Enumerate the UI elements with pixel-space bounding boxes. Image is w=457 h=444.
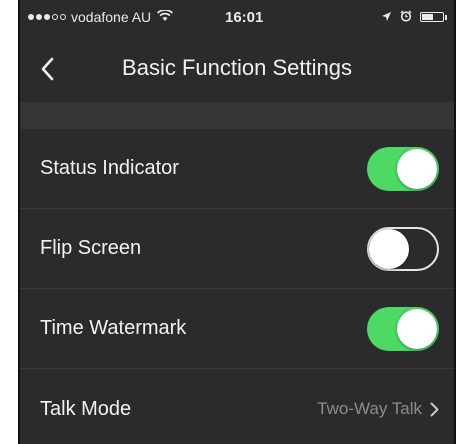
page-title: Basic Function Settings	[122, 55, 352, 80]
alarm-icon	[400, 10, 412, 25]
setting-label: Status Indicator	[40, 157, 179, 179]
setting-label: Time Watermark	[40, 317, 187, 339]
battery-icon	[420, 12, 447, 22]
status-bar: vodafone AU 16:01	[20, 0, 454, 34]
chevron-right-icon	[430, 402, 439, 416]
status-time: 16:01	[225, 8, 264, 26]
setting-label: Talk Mode	[40, 397, 132, 420]
location-arrow-icon	[381, 10, 392, 25]
talk-mode-value-text: Two-Way Talk	[317, 399, 422, 418]
wifi-icon	[157, 9, 174, 25]
back-button[interactable]	[34, 54, 60, 84]
setting-row-flip-screen: Flip Screen	[20, 209, 454, 289]
section-spacer	[20, 102, 454, 129]
flip-screen-toggle[interactable]	[367, 226, 439, 271]
setting-row-status-indicator: Status Indicator	[20, 129, 454, 209]
signal-strength-icon	[28, 14, 66, 20]
setting-label: Flip Screen	[40, 237, 142, 259]
phone-screen: vodafone AU 16:01 Basic Function Setting…	[18, 0, 456, 444]
navigation-bar: Basic Function Settings	[20, 34, 454, 102]
time-watermark-toggle[interactable]	[367, 306, 439, 351]
carrier-name: vodafone AU	[71, 9, 152, 25]
chevron-left-icon	[41, 57, 54, 81]
status-indicator-toggle[interactable]	[367, 146, 439, 191]
toggle-knob	[397, 148, 437, 189]
toggle-knob	[397, 308, 437, 349]
talk-mode-value[interactable]: Two-Way Talk	[317, 399, 439, 419]
toggle-knob	[369, 228, 409, 269]
setting-row-talk-mode[interactable]: Talk Mode Two-Way Talk	[20, 369, 454, 444]
setting-row-time-watermark: Time Watermark	[20, 289, 454, 369]
